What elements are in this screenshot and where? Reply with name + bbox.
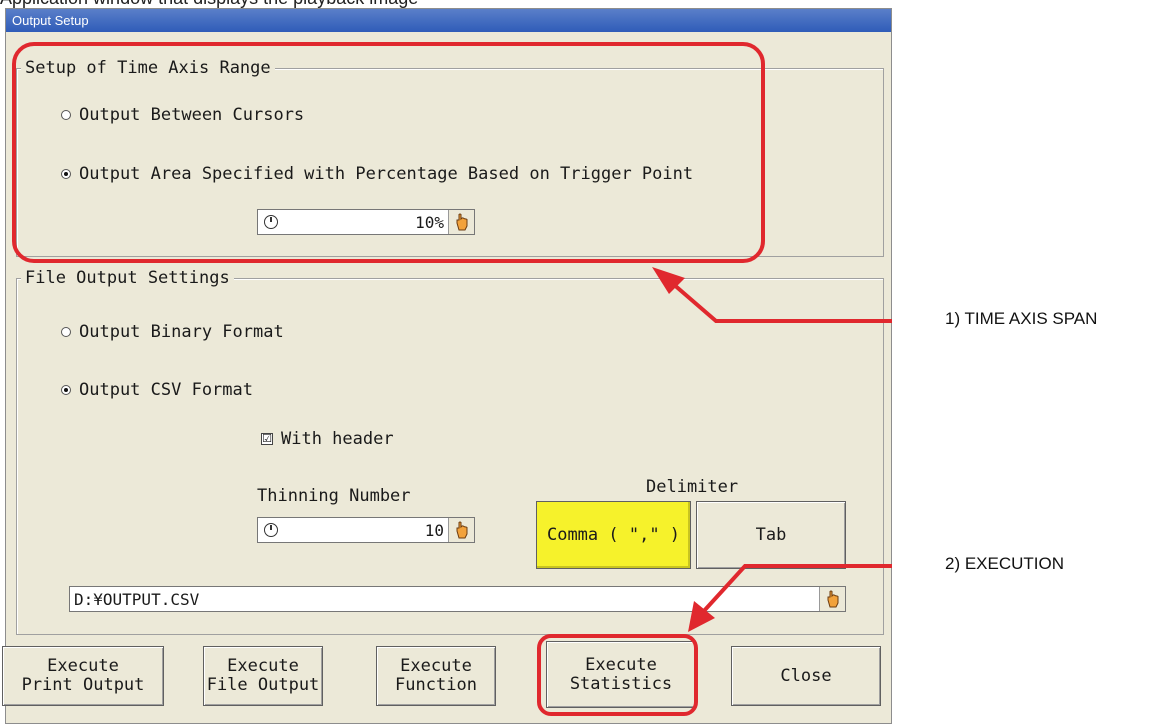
delimiter-label: Delimiter — [646, 477, 739, 497]
checkbox-checked-icon: ☑ — [261, 432, 273, 445]
radio-label: Output CSV Format — [79, 380, 253, 400]
output-path-value: D:¥OUTPUT.CSV — [74, 589, 200, 609]
thinning-number-value: 10 — [424, 520, 444, 540]
callout-time-axis-span: 1) TIME AXIS SPAN — [945, 309, 1098, 328]
delimiter-comma-button[interactable]: Comma ( "," ) — [536, 501, 691, 569]
delimiter-tab-button[interactable]: Tab — [696, 501, 846, 569]
radio-output-binary[interactable]: Output Binary Format — [61, 322, 284, 342]
radio-indicator — [61, 327, 71, 337]
with-header-checkbox[interactable]: ☑ With header — [261, 429, 394, 449]
execute-file-output-button[interactable]: Execute File Output — [203, 646, 323, 706]
thinning-number-field[interactable]: 10 — [257, 517, 475, 543]
execute-statistics-highlight-box — [537, 634, 698, 716]
thinning-number-label: Thinning Number — [257, 486, 411, 506]
pointer-hand-icon[interactable] — [819, 587, 845, 611]
execute-print-output-button[interactable]: Execute Print Output — [2, 646, 164, 706]
with-header-label: With header — [281, 429, 394, 449]
execute-function-button[interactable]: Execute Function — [376, 646, 496, 706]
close-button[interactable]: Close — [731, 646, 881, 706]
radio-label: Output Binary Format — [79, 322, 284, 342]
output-path-field[interactable]: D:¥OUTPUT.CSV — [69, 586, 846, 612]
dial-icon — [264, 523, 278, 537]
time-axis-highlight-box — [12, 42, 765, 263]
file-output-legend: File Output Settings — [21, 267, 234, 289]
pointer-hand-icon[interactable] — [448, 518, 474, 542]
radio-output-csv[interactable]: Output CSV Format — [61, 380, 253, 400]
dialog-title: Output Setup — [6, 9, 891, 32]
radio-indicator-selected — [61, 385, 71, 395]
callout-execution: 2) EXECUTION — [945, 554, 1065, 573]
